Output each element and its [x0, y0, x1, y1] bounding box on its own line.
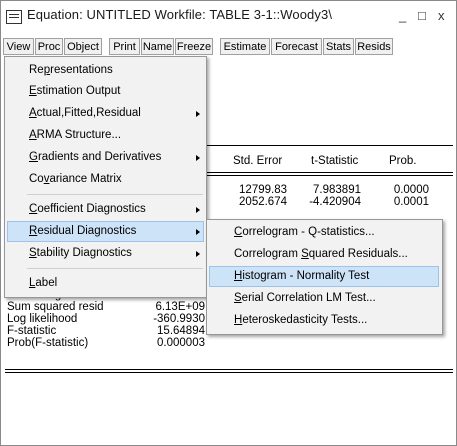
stat-value: 0.000003	[157, 337, 205, 349]
table-cell: 2052.674	[239, 196, 287, 208]
menu-item-stability-diagnostics[interactable]: Stability Diagnostics	[29, 247, 132, 259]
stat-label: Log likelihood	[7, 313, 78, 325]
window-title: Equation: UNTITLED Workfile: TABLE 3-1::…	[27, 7, 333, 22]
menu-item-residual-diagnostics[interactable]: Residual Diagnostics	[29, 225, 136, 237]
resids-button[interactable]: Resids	[355, 38, 393, 55]
freeze-button[interactable]: Freeze	[175, 38, 213, 55]
submenu-arrow-icon	[196, 111, 200, 117]
submenu-arrow-icon	[196, 251, 200, 257]
equation-window: Equation: UNTITLED Workfile: TABLE 3-1::…	[0, 0, 457, 446]
stat-value: 15.64894	[157, 325, 205, 337]
estimate-button[interactable]: Estimate	[220, 38, 270, 55]
menu-separator	[27, 194, 203, 195]
name-button[interactable]: Name	[141, 38, 174, 55]
col-header-t-statistic: t-Statistic	[311, 155, 359, 167]
maximize-button[interactable]: □	[418, 8, 426, 23]
window-menu-icon[interactable]	[6, 10, 22, 24]
submenu-arrow-icon	[196, 229, 200, 235]
menu-item-coefficient-diagnostics[interactable]: Coefficient Diagnostics	[29, 203, 146, 215]
menu-item-correlogram-squared-residuals[interactable]: Correlogram Squared Residuals...	[234, 248, 408, 260]
stats-button[interactable]: Stats	[323, 38, 354, 55]
table-rule	[5, 369, 453, 370]
table-cell: 12799.83	[239, 184, 287, 196]
table-cell: 0.0001	[393, 196, 429, 208]
menu-separator	[27, 268, 203, 269]
menu-item-histogram-normality-test[interactable]: Histogram - Normality Test	[234, 270, 369, 282]
stat-value: 6.13E+09	[155, 301, 205, 313]
table-cell: 7.983891	[313, 184, 361, 196]
view-menu: Representations Estimation Output Actual…	[4, 56, 207, 298]
table-cell: -4.420904	[309, 196, 361, 208]
menu-item-estimation-output[interactable]: Estimation Output	[29, 85, 120, 97]
menu-item-arma-structure[interactable]: ARMA Structure...	[29, 129, 121, 141]
forecast-button[interactable]: Forecast	[271, 38, 322, 55]
menu-item-gradients-and-derivatives[interactable]: Gradients and Derivatives	[29, 151, 161, 163]
title-bar[interactable]: Equation: UNTITLED Workfile: TABLE 3-1::…	[1, 1, 456, 31]
menu-item-label[interactable]: Label	[29, 277, 57, 289]
menu-item-serial-correlation-lm-test[interactable]: Serial Correlation LM Test...	[234, 292, 376, 304]
stat-label: Prob(F-statistic)	[7, 337, 89, 349]
residual-diagnostics-submenu: Correlogram - Q-statistics... Correlogra…	[206, 219, 443, 335]
proc-button[interactable]: Proc	[35, 38, 63, 55]
view-button[interactable]: View	[3, 38, 34, 55]
close-button[interactable]: x	[438, 8, 445, 23]
stat-label: Sum squared resid	[7, 301, 104, 313]
stat-label: F-statistic	[7, 325, 57, 337]
object-button[interactable]: Object	[64, 38, 102, 55]
col-header-prob: Prob.	[389, 155, 417, 167]
stat-value: -360.9930	[153, 313, 205, 325]
print-button[interactable]: Print	[109, 38, 140, 55]
menu-item-correlogram-q-statistics[interactable]: Correlogram - Q-statistics...	[234, 226, 375, 238]
menu-item-representations[interactable]: Representations	[29, 64, 113, 76]
table-cell: 0.0000	[393, 184, 429, 196]
menu-item-actual-fitted-residual[interactable]: Actual,Fitted,Residual	[29, 107, 141, 119]
minimize-button[interactable]: _	[399, 8, 406, 23]
submenu-arrow-icon	[196, 155, 200, 161]
submenu-arrow-icon	[196, 207, 200, 213]
col-header-std-error: Std. Error	[233, 155, 283, 167]
toolbar: View Proc Object Print Name Freeze Estim…	[1, 37, 456, 57]
menu-item-covariance-matrix[interactable]: Covariance Matrix	[29, 173, 122, 185]
menu-item-heteroskedasticity-tests[interactable]: Heteroskedasticity Tests...	[234, 314, 367, 326]
table-rule	[5, 372, 453, 373]
